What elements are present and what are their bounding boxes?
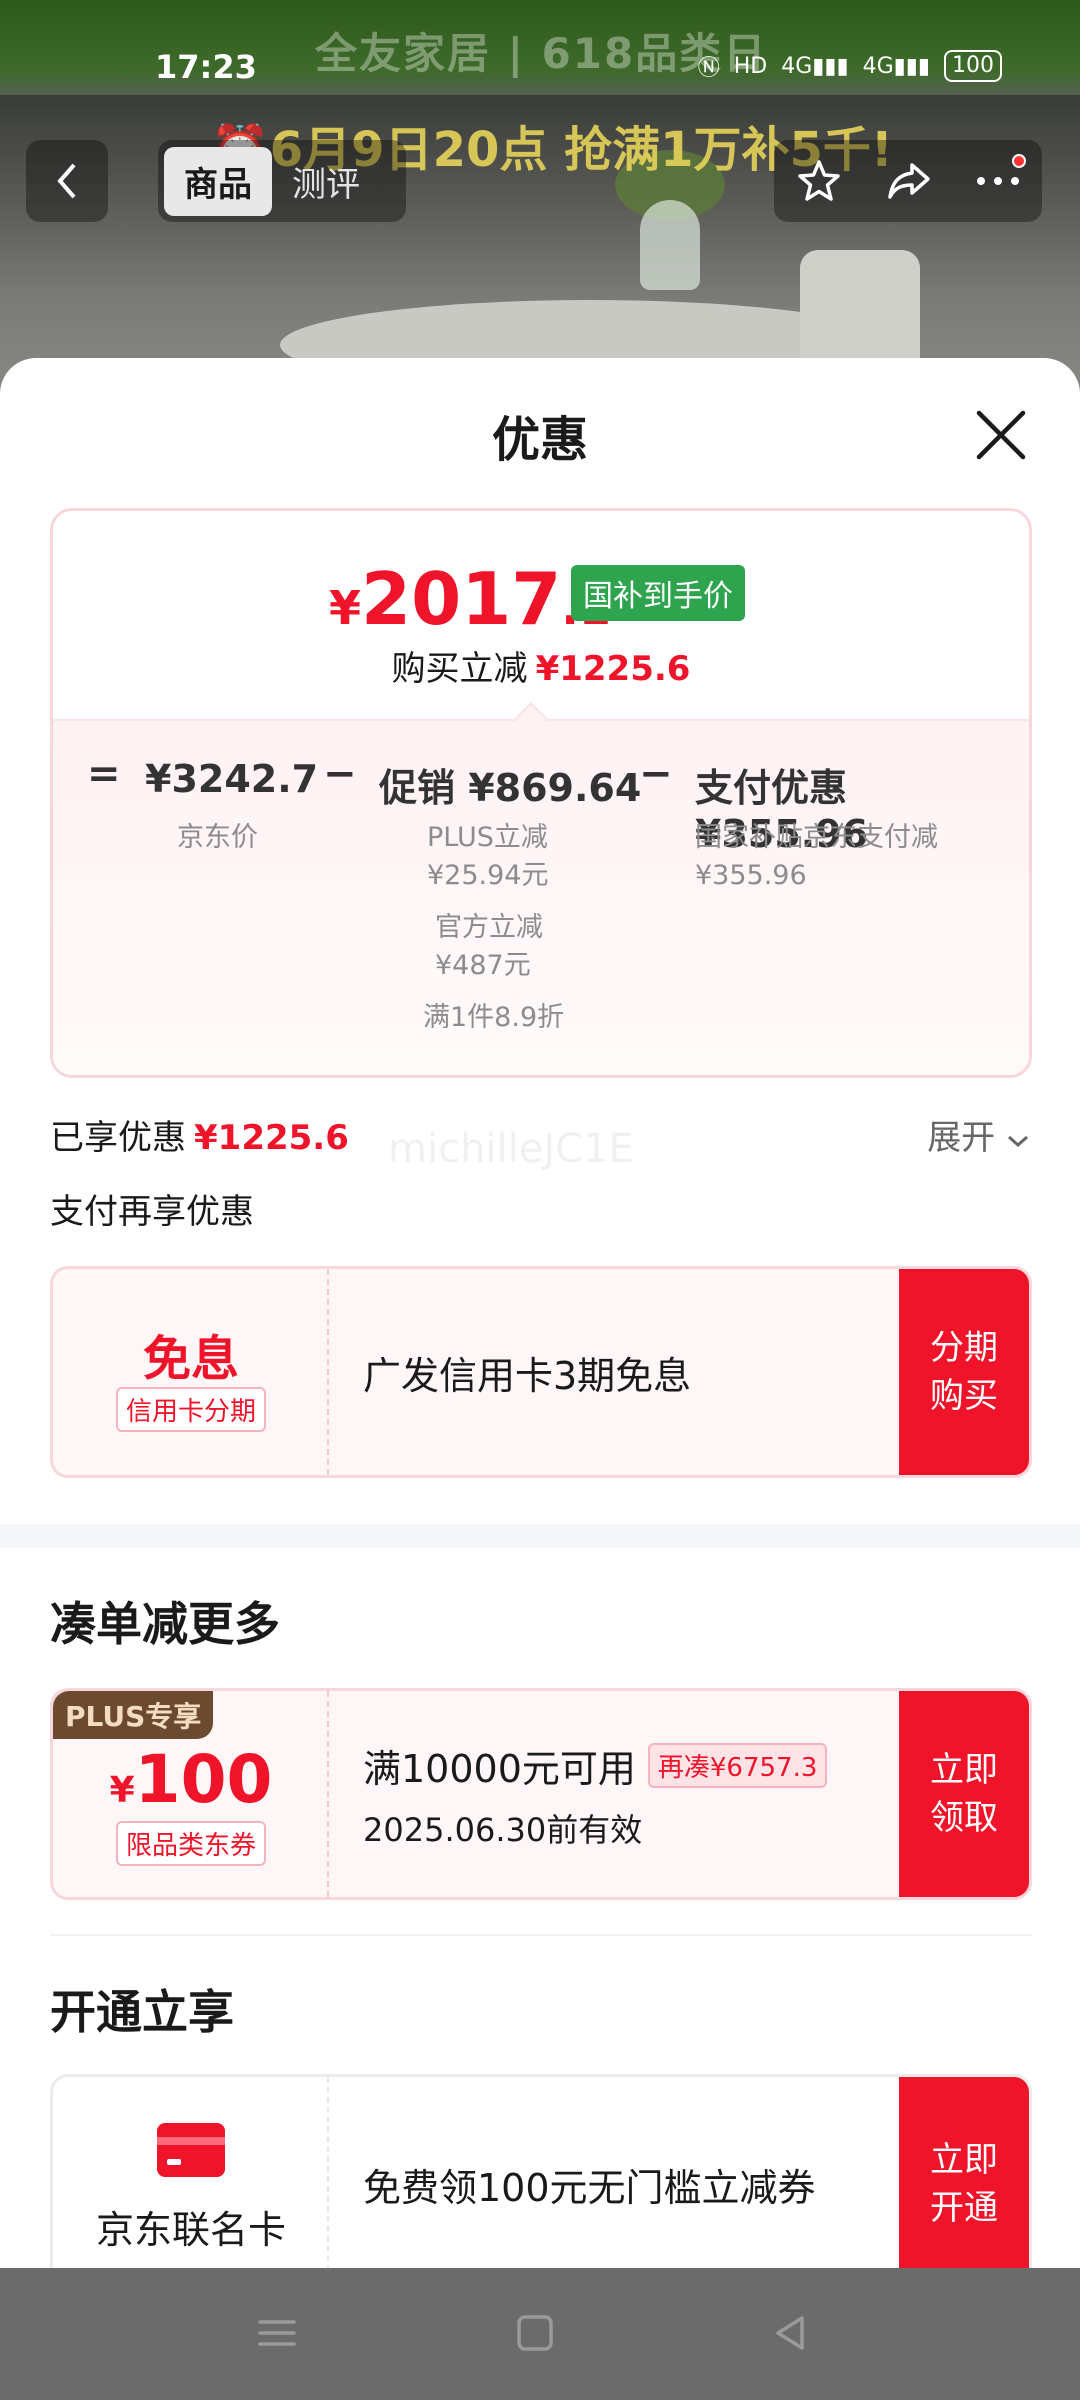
coupon-desc-area: 满10000元可用 再凑¥6757.3 2025.06.30前有效 <box>363 1691 828 1897</box>
tab-review[interactable]: 测评 <box>272 147 380 216</box>
back-button[interactable] <box>26 140 108 222</box>
discount-sheet: 优惠 ¥ 2017 .1 国补到手价 购买立减¥1225.6 = ¥3242.7… <box>0 358 1080 2294</box>
installment-desc-area: 广发信用卡3期免息 <box>363 1269 691 1475</box>
back-icon[interactable] <box>766 2308 816 2358</box>
section-title-more: 凑单减更多 <box>50 1597 280 1651</box>
credit-installment-tag: 信用卡分期 <box>115 1387 266 1432</box>
installment-label-area: 免息 信用卡分期 <box>53 1269 329 1475</box>
price-breakdown-card: ¥ 2017 .1 国补到手价 购买立减¥1225.6 = ¥3242.7 京东… <box>50 508 1032 1078</box>
watermark: michilleJC1E <box>388 1126 634 1172</box>
signal-icon-1: 4G▮▮▮ <box>781 53 849 79</box>
instant-reduction: 购买立减 ¥1225.6 <box>391 649 691 689</box>
section-divider <box>0 1524 1080 1548</box>
coupon-category-tag: 限品类东券 <box>115 1821 266 1866</box>
notification-dot <box>1012 154 1026 168</box>
credit-card-icon <box>157 2123 225 2177</box>
add-more-tag: 再凑¥6757.3 <box>647 1742 828 1788</box>
signal-icon-2: 4G▮▮▮ <box>862 53 930 79</box>
nfc-icon: Ⓝ <box>697 56 720 81</box>
nav-actions <box>774 140 1042 222</box>
cobrand-desc: 免费领100元无门槛立减券 <box>363 2165 816 2210</box>
installment-offer-card: 免息 信用卡分期 广发信用卡3期免息 分期 购买 <box>50 1266 1032 1478</box>
claim-coupon-button[interactable]: 立即 领取 <box>899 1691 1029 1897</box>
status-time: 17:23 <box>155 48 257 86</box>
cobrand-desc-area: 免费领100元无门槛立减券 <box>363 2077 816 2291</box>
installment-buy-button[interactable]: 分期 购买 <box>899 1269 1029 1475</box>
share-icon[interactable] <box>884 157 934 205</box>
sheet-title: 优惠 <box>491 412 588 468</box>
status-icons: Ⓝ HD 4G▮▮▮ 4G▮▮▮ 100 <box>698 50 1002 82</box>
section-title-open: 开通立享 <box>50 1985 234 2039</box>
pay-more-title: 支付再享优惠 <box>50 1192 254 1232</box>
expand-button[interactable]: 展开 <box>927 1110 1030 1159</box>
open-now-button[interactable]: 立即 开通 <box>899 2077 1029 2291</box>
promo-plus-label: PLUS立减 <box>427 822 548 853</box>
minus-sign-2: − <box>639 751 673 797</box>
close-icon[interactable] <box>974 408 1028 462</box>
subsidy-price-badge: 国补到手价 <box>571 565 745 621</box>
installment-desc: 广发信用卡3期免息 <box>363 1353 692 1398</box>
base-price: ¥3242.7 <box>145 757 319 801</box>
plus-exclusive-badge: PLUS专享 <box>53 1691 214 1739</box>
final-price: ¥ 2017 .1 <box>329 557 611 641</box>
interest-free-label: 免息 <box>142 1331 239 1387</box>
promo-amount: 促销 ¥869.64 <box>379 766 642 810</box>
pay-discount-detail: 国家补贴京东支付减 <box>695 822 938 853</box>
more-icon[interactable] <box>975 175 1021 187</box>
menu-icon[interactable] <box>252 2308 302 2358</box>
pay-discount-value: ¥355.96 <box>695 860 807 891</box>
section-separator <box>50 1934 1032 1936</box>
promo-plus-value: ¥25.94元 <box>427 860 549 891</box>
coupon-value-area: PLUS专享 ¥100 限品类东券 <box>53 1691 329 1897</box>
status-bar: 17:23 Ⓝ HD 4G▮▮▮ 4G▮▮▮ 100 <box>0 30 1080 90</box>
enjoyed-discount: 已享优惠 ¥1225.6 <box>50 1118 349 1158</box>
battery-icon: 100 <box>944 50 1002 82</box>
tab-goods[interactable]: 商品 <box>164 146 272 216</box>
cobrand-card-label: 京东联名卡 <box>95 2208 286 2252</box>
hd-icon: HD <box>733 53 768 79</box>
nav-tabs: 商品 测评 <box>158 140 406 222</box>
coupon-condition: 满10000元可用 <box>363 1746 636 1791</box>
coupon-amount: ¥100 <box>109 1741 273 1818</box>
promo-official-label: 官方立减 <box>435 912 543 943</box>
star-icon[interactable] <box>795 157 843 205</box>
promo-discount-label: 满1件8.9折 <box>423 1002 565 1033</box>
chevron-down-icon <box>1008 1135 1028 1148</box>
minus-sign-1: − <box>323 751 357 797</box>
top-nav: 商品 测评 <box>0 140 1080 222</box>
equals-sign: = <box>87 751 121 797</box>
coupon-expiry: 2025.06.30前有效 <box>363 1810 643 1849</box>
promo-official-value: ¥487元 <box>435 950 531 981</box>
home-icon[interactable] <box>510 2308 560 2358</box>
chevron-left-icon <box>57 163 76 199</box>
base-price-label: 京东价 <box>177 822 258 853</box>
cobrand-card-offer: 京东联名卡 免费领100元无门槛立减券 立即 开通 <box>50 2074 1032 2294</box>
coupon-card: PLUS专享 ¥100 限品类东券 满10000元可用 再凑¥6757.3 20… <box>50 1688 1032 1900</box>
cobrand-card-area: 京东联名卡 <box>53 2077 329 2291</box>
system-nav-bar <box>0 2268 1080 2400</box>
